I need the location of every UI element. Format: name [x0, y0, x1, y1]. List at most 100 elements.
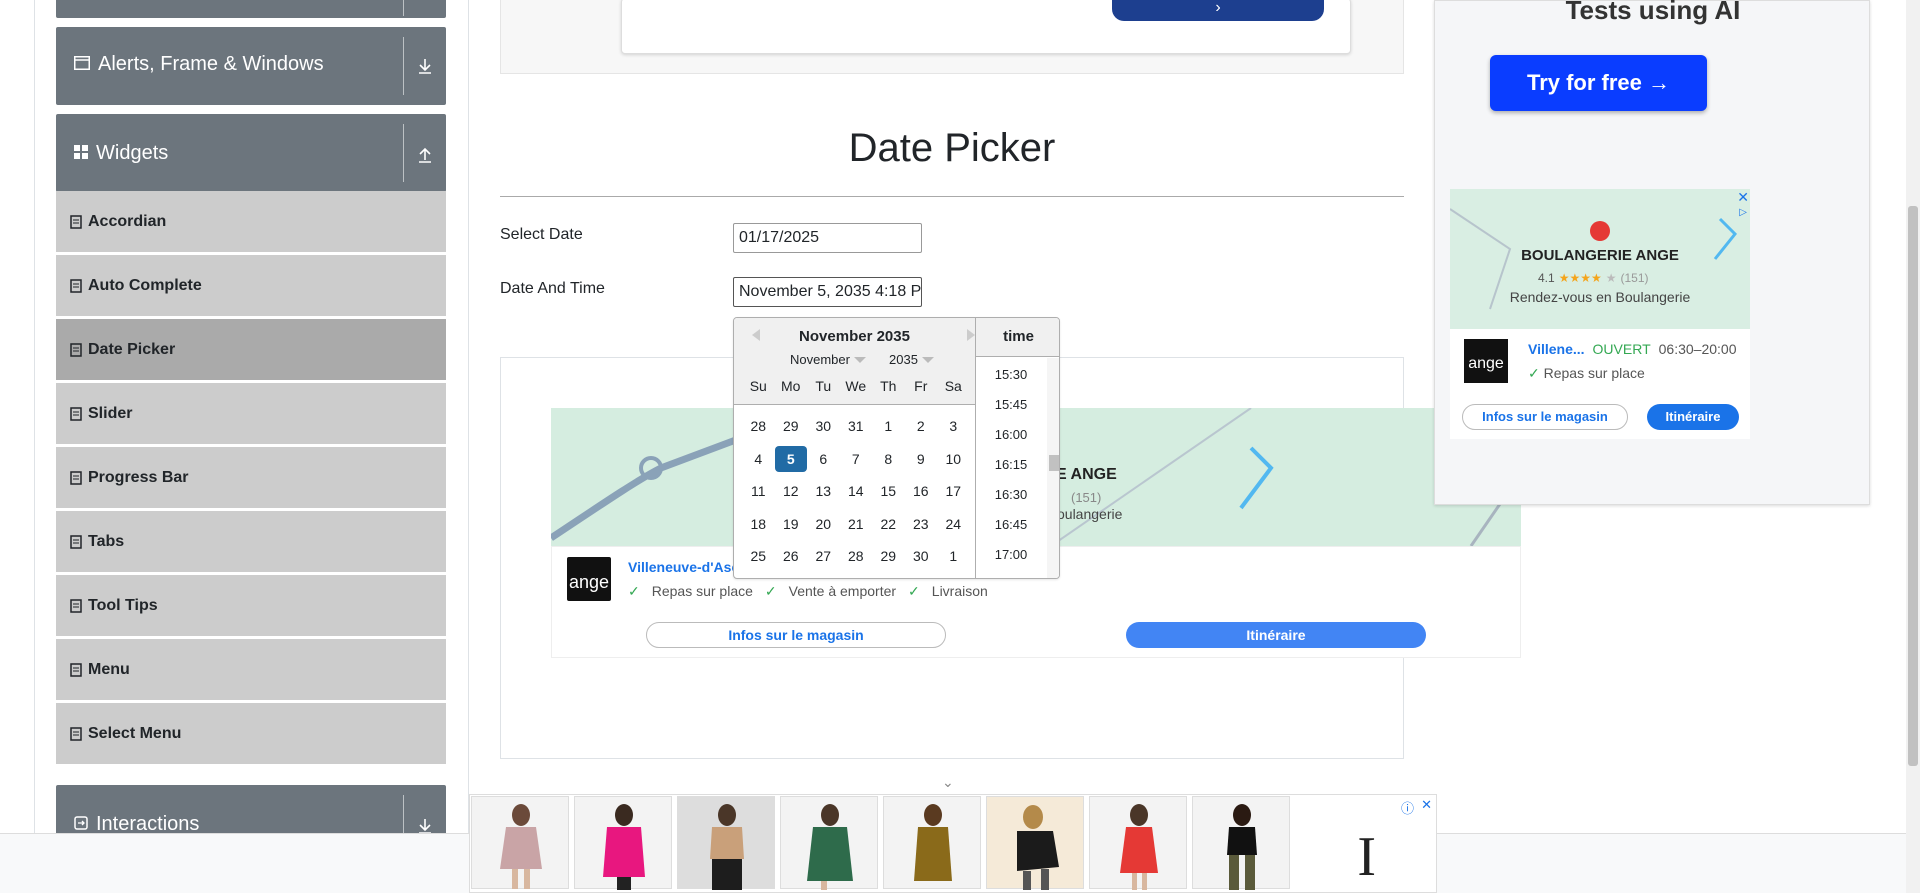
- calendar-day[interactable]: 26: [775, 543, 808, 569]
- calendar-day-selected[interactable]: 5: [774, 446, 807, 472]
- calendar-day[interactable]: 3: [937, 413, 970, 439]
- time-option[interactable]: 15:45: [976, 397, 1046, 412]
- calendar-day[interactable]: 11: [742, 478, 775, 504]
- sidebar-item-auto-complete[interactable]: Auto Complete: [56, 255, 446, 317]
- calendar-day[interactable]: 18: [742, 511, 775, 537]
- sidebar-item-label: Date Picker: [88, 340, 176, 358]
- sidebar-item-select-menu[interactable]: Select Menu: [56, 703, 446, 765]
- check-icon: ✓: [1528, 365, 1540, 381]
- calendar-day[interactable]: 21: [840, 511, 873, 537]
- right-ad-tagline: Rendez-vous en Boulangerie: [1509, 289, 1691, 305]
- product-image[interactable]: [677, 796, 775, 890]
- calendar-day[interactable]: 7: [840, 446, 873, 472]
- sidebar-item-accordian[interactable]: Accordian: [56, 191, 446, 253]
- sidebar-item-tabs[interactable]: Tabs: [56, 511, 446, 573]
- calendar-day[interactable]: 23: [905, 511, 938, 537]
- product-image[interactable]: [780, 796, 878, 890]
- time-scrollbar-thumb[interactable]: [1049, 455, 1059, 471]
- calendar-day[interactable]: 31: [840, 413, 873, 439]
- sidebar-group-alerts[interactable]: Alerts, Frame & Windows: [56, 27, 446, 105]
- sidebar-item-slider[interactable]: Slider: [56, 383, 446, 445]
- try-for-free-button[interactable]: Try for free →: [1490, 55, 1707, 111]
- ad-rating-count: (151): [1071, 490, 1102, 505]
- check-icon: ✓: [628, 583, 640, 599]
- top-ad-button[interactable]: ›: [1112, 0, 1324, 21]
- ad-info-button[interactable]: Infos sur le magasin: [646, 622, 946, 648]
- page-scrollbar[interactable]: [1906, 0, 1920, 893]
- right-ad-map[interactable]: BOULANGERIE ANGE 4.1 ★★★★ ★ (151) Rendez-…: [1450, 189, 1750, 329]
- adchoices-icon[interactable]: ▷: [1739, 207, 1747, 218]
- right-ad-store-name: BOULANGERIE ANGE: [1521, 247, 1679, 264]
- right-ad-info-button[interactable]: Infos sur le magasin: [1462, 404, 1628, 430]
- time-option[interactable]: 16:45: [976, 517, 1046, 532]
- rating-count: (151): [1620, 271, 1649, 285]
- calendar-day[interactable]: 19: [775, 511, 808, 537]
- calendar-day[interactable]: 28: [840, 543, 873, 569]
- date-time-input[interactable]: November 5, 2035 4:18 PM: [733, 277, 922, 307]
- sidebar-item-label: Tool Tips: [88, 596, 158, 614]
- close-icon[interactable]: ✕: [1737, 189, 1749, 206]
- ad-route-button[interactable]: Itinéraire: [1126, 622, 1426, 648]
- calendar-day[interactable]: 16: [905, 478, 938, 504]
- calendar-day[interactable]: 1: [872, 413, 905, 439]
- right-ad-location[interactable]: Villene...: [1528, 341, 1585, 357]
- time-option[interactable]: 16:30: [976, 487, 1046, 502]
- sidebar-group-previous[interactable]: [56, 0, 446, 18]
- sidebar-item-menu[interactable]: Menu: [56, 639, 446, 701]
- product-image[interactable]: [883, 796, 981, 889]
- calendar-day[interactable]: 22: [872, 511, 905, 537]
- chevron-down-icon[interactable]: ⌄: [942, 774, 954, 791]
- time-option[interactable]: 16:15: [976, 457, 1046, 472]
- month-select[interactable]: November: [790, 352, 866, 367]
- product-image[interactable]: [471, 796, 569, 889]
- weekday-row: Su Mo Tu We Th Fr Sa: [734, 378, 975, 394]
- calendar-day[interactable]: 24: [937, 511, 970, 537]
- calendar-day[interactable]: 27: [807, 543, 840, 569]
- calendar-day[interactable]: 17: [937, 478, 970, 504]
- close-icon[interactable]: ✕: [1421, 797, 1432, 813]
- sidebar-item-progress-bar[interactable]: Progress Bar: [56, 447, 446, 509]
- calendar-day[interactable]: 29: [872, 543, 905, 569]
- sidebar-group-widgets[interactable]: Widgets: [56, 114, 446, 192]
- calendar-day[interactable]: 8: [872, 446, 905, 472]
- ad-store-name: E ANGE: [1056, 466, 1117, 483]
- calendar-day[interactable]: 1: [937, 543, 970, 569]
- calendar-day[interactable]: 9: [905, 446, 938, 472]
- select-date-input[interactable]: 01/17/2025: [733, 223, 922, 253]
- calendar-day[interactable]: 6: [807, 446, 840, 472]
- calendar-day[interactable]: 14: [840, 478, 873, 504]
- product-image[interactable]: [574, 796, 672, 890]
- sidebar-item-tool-tips[interactable]: Tool Tips: [56, 575, 446, 637]
- document-icon: [70, 406, 82, 421]
- calendar-day[interactable]: 30: [905, 543, 938, 569]
- calendar-day[interactable]: 12: [775, 478, 808, 504]
- time-option[interactable]: 15:30: [976, 367, 1046, 382]
- right-ad-route-button[interactable]: Itinéraire: [1647, 404, 1739, 430]
- calendar-day[interactable]: 28: [742, 413, 775, 439]
- calendar-day[interactable]: 4: [742, 446, 775, 472]
- upload-arrow-icon[interactable]: [412, 142, 438, 168]
- opening-hours: 06:30–20:00: [1658, 341, 1737, 357]
- calendar-day[interactable]: 2: [905, 413, 938, 439]
- ad-location[interactable]: Villeneuve-d'Asc: [628, 559, 739, 575]
- next-month-icon[interactable]: [967, 329, 975, 341]
- date-time-label: Date And Time: [500, 280, 605, 297]
- calendar-day[interactable]: 13: [807, 478, 840, 504]
- product-image[interactable]: [1089, 796, 1187, 890]
- calendar-day[interactable]: 29: [775, 413, 808, 439]
- open-status: OUVERT: [1592, 341, 1651, 357]
- time-option[interactable]: 16:00: [976, 427, 1046, 442]
- page-scrollbar-thumb[interactable]: [1908, 206, 1918, 766]
- time-option[interactable]: 17:00: [976, 547, 1046, 562]
- calendar-day[interactable]: 25: [742, 543, 775, 569]
- calendar-day[interactable]: 15: [872, 478, 905, 504]
- sidebar-item-date-picker[interactable]: Date Picker: [56, 319, 446, 381]
- download-arrow-icon[interactable]: [412, 53, 438, 79]
- product-image[interactable]: [986, 796, 1084, 890]
- info-icon[interactable]: ⓘ: [1401, 798, 1414, 817]
- product-image[interactable]: [1192, 796, 1290, 890]
- year-select[interactable]: 2035: [889, 352, 934, 367]
- calendar-day[interactable]: 20: [807, 511, 840, 537]
- calendar-day[interactable]: 10: [937, 446, 970, 472]
- calendar-day[interactable]: 30: [807, 413, 840, 439]
